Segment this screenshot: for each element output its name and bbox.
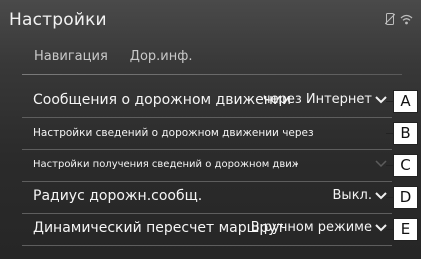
status-icons [385, 13, 413, 25]
callout-label-d: D [393, 186, 418, 209]
traffic-messages-row[interactable]: Сообщения о дорожном движении через Инте… [22, 86, 392, 118]
no-phone-icon [385, 13, 395, 25]
traffic-radius-row[interactable]: Радиус дорожн.сообщ. Выкл. [22, 182, 392, 214]
dynamic-rerouting-row[interactable]: Динамический пересчет маршрута В ручном … [22, 214, 392, 246]
row-value: через Интернет [262, 92, 372, 107]
settings-screen: Настройки Навигация Дор.инф. Сообщения о… [0, 0, 421, 259]
callout-label-e: E [393, 218, 418, 241]
chevron-down-icon [375, 96, 387, 104]
row-label: Сообщения о дорожном движении [33, 92, 292, 108]
row-label: Настройки сведений о дорожном движении ч… [33, 127, 314, 139]
page-title: Настройки [9, 10, 107, 30]
callout-label-b: B [393, 122, 418, 145]
traffic-info-source-settings-row[interactable]: Настройки сведений о дорожном движении ч… [22, 118, 392, 150]
chevron-down-icon [375, 192, 387, 200]
row-label: Настройки получения сведений о дорожном … [33, 159, 298, 170]
chevron-down-icon [375, 160, 387, 168]
header-divider [22, 74, 402, 75]
row-value: В ручном режиме [250, 220, 372, 235]
callout-label-a: A [393, 90, 418, 113]
row-label: Динамический пересчет маршрута [33, 220, 283, 236]
row-label: Радиус дорожн.сообщ. [33, 188, 203, 204]
wifi-icon [400, 14, 413, 24]
tab-bar: Навигация Дор.инф. [34, 49, 192, 64]
traffic-info-reception-settings-row[interactable]: Настройки получения сведений о дорожном … [22, 150, 392, 182]
chevron-down-icon [375, 224, 387, 232]
row-value: Выкл. [332, 188, 372, 203]
tab-traffic-info[interactable]: Дор.инф. [130, 49, 193, 64]
callout-label-c: C [393, 154, 418, 177]
tab-navigation[interactable]: Навигация [34, 49, 108, 64]
